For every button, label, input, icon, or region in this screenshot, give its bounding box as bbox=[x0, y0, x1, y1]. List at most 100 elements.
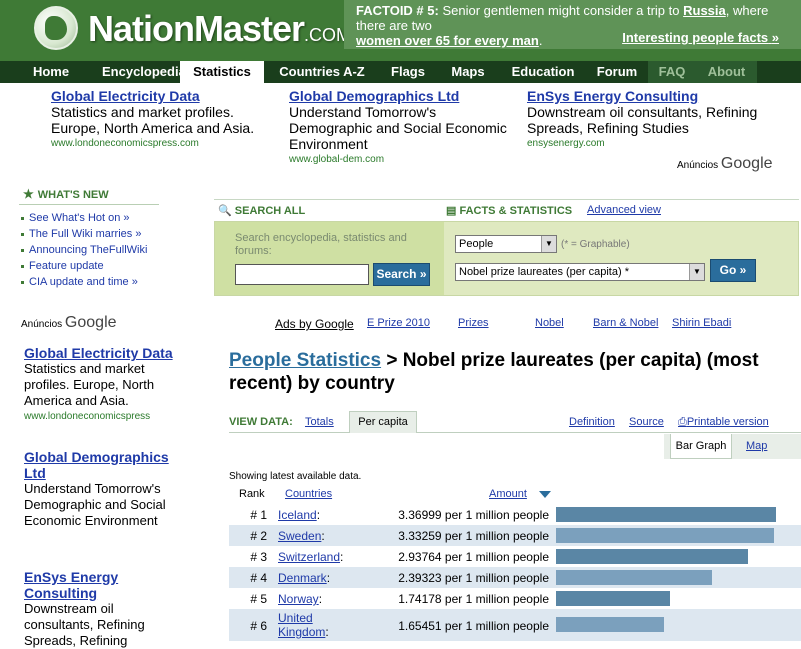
country-link[interactable]: Switzerland bbox=[278, 550, 340, 564]
interesting-facts-link[interactable]: Interesting people facts » bbox=[622, 30, 779, 45]
statistic-select[interactable]: Nobel prize laureates (per capita) * ▼ bbox=[455, 263, 705, 281]
row-amount: 1.74178 per 1 million people bbox=[398, 592, 549, 606]
ad-title[interactable]: EnSys Energy Consulting bbox=[527, 88, 762, 104]
row-bar bbox=[556, 507, 776, 522]
tab-bar-graph[interactable]: Bar Graph bbox=[670, 434, 732, 459]
ad-url[interactable]: ensysenergy.com bbox=[527, 136, 762, 152]
ad-url[interactable]: www.global-dem.com bbox=[289, 152, 519, 168]
row-rank: # 1 bbox=[250, 508, 267, 522]
definition-link[interactable]: Definition bbox=[569, 416, 615, 428]
tab-map[interactable]: Map bbox=[746, 440, 767, 452]
whats-new-link[interactable]: See What's Hot on » bbox=[29, 212, 130, 224]
factoid-end: . bbox=[538, 33, 543, 48]
row-bar bbox=[556, 549, 748, 564]
country-link[interactable]: Denmark bbox=[278, 571, 327, 585]
nav-tab-forum[interactable]: Forum bbox=[586, 61, 648, 83]
ad-body: Statistics and market profiles. Europe, … bbox=[24, 361, 155, 408]
whats-new-item[interactable]: CIA update and time » bbox=[19, 275, 159, 291]
ad-link[interactable]: Shirin Ebadi bbox=[672, 317, 731, 329]
ad-link[interactable]: E Prize 2010 bbox=[367, 317, 430, 329]
row-country: Denmark: bbox=[278, 571, 331, 585]
breadcrumb-link[interactable]: People Statistics bbox=[229, 350, 381, 371]
nav-tab-about[interactable]: About bbox=[696, 61, 757, 83]
ad-body: Understand Tomorrow's Demographic and So… bbox=[289, 104, 507, 152]
col-amount-sort[interactable]: Amount bbox=[489, 488, 527, 500]
nav-tab-faq[interactable]: FAQ bbox=[648, 61, 696, 83]
ad-link[interactable]: Barn & Nobel bbox=[593, 317, 658, 329]
col-countries-sort[interactable]: Countries bbox=[285, 488, 332, 500]
country-link[interactable]: Iceland bbox=[278, 508, 317, 522]
search-prompt: Search encyclopedia, statistics and foru… bbox=[235, 232, 407, 257]
printable-version-link[interactable]: ⎙Printable version bbox=[678, 416, 769, 429]
sort-desc-icon[interactable] bbox=[539, 491, 551, 498]
row-amount: 2.93764 per 1 million people bbox=[398, 550, 549, 564]
row-amount: 3.33259 per 1 million people bbox=[398, 529, 549, 543]
row-rank: # 4 bbox=[250, 571, 267, 585]
nav-tab-flags[interactable]: Flags bbox=[380, 61, 436, 83]
ad-url[interactable]: www.londoneconomicspress bbox=[24, 409, 184, 425]
factoid-country-link[interactable]: Russia bbox=[683, 3, 726, 18]
ad-link[interactable]: Prizes bbox=[458, 317, 489, 329]
search-all-area: Search encyclopedia, statistics and foru… bbox=[215, 222, 444, 295]
ad-title[interactable]: Global Demographics Ltd bbox=[289, 88, 519, 104]
whats-new-link[interactable]: CIA update and time » bbox=[29, 276, 138, 288]
ad-body: Understand Tomorrow's Demographic and So… bbox=[24, 481, 166, 528]
nav-tab-statistics[interactable]: Statistics bbox=[180, 61, 264, 83]
ads-by-google-link[interactable]: Ads by Google bbox=[275, 317, 354, 331]
advanced-view-link[interactable]: Advanced view bbox=[587, 204, 661, 216]
top-ad-3[interactable]: EnSys Energy Consulting Downstream oil c… bbox=[527, 88, 762, 152]
factoid-highlight[interactable]: women over 65 for every man bbox=[356, 33, 539, 48]
side-ad-2[interactable]: Global Demographics Ltd Understand Tomor… bbox=[24, 449, 184, 529]
tab-totals[interactable]: Totals bbox=[305, 416, 334, 428]
factoid-text: Senior gentlemen might consider a trip t… bbox=[442, 3, 680, 18]
ads-by-google-side[interactable]: Anúncios Google bbox=[21, 314, 117, 332]
nav-tab-encyclopedia[interactable]: Encyclopedia bbox=[102, 61, 186, 83]
side-ad-1[interactable]: Global Electricity Data Statistics and m… bbox=[24, 345, 184, 425]
search-button[interactable]: Search » bbox=[373, 263, 430, 286]
top-ad-1[interactable]: Global Electricity Data Statistics and m… bbox=[51, 88, 276, 152]
go-button[interactable]: Go » bbox=[710, 259, 756, 282]
country-link[interactable]: United Kingdom bbox=[278, 611, 325, 639]
ad-title[interactable]: EnSys Energy Consulting bbox=[24, 569, 184, 601]
nav-tab-education[interactable]: Education bbox=[500, 61, 586, 83]
whats-new-link[interactable]: Feature update bbox=[29, 260, 104, 272]
source-link[interactable]: Source bbox=[629, 416, 664, 428]
chevron-right-icon: » bbox=[771, 30, 779, 45]
whats-new-item[interactable]: Announcing TheFullWiki bbox=[19, 243, 159, 259]
ad-body: Statistics and market profiles. Europe, … bbox=[51, 104, 255, 136]
logo-text: NationMaster.COM bbox=[88, 8, 352, 49]
whats-new-link[interactable]: The Full Wiki marries » bbox=[29, 228, 141, 240]
side-ad-3[interactable]: EnSys Energy Consulting Downstream oil c… bbox=[24, 569, 184, 649]
printer-icon: ⎙ bbox=[678, 416, 687, 428]
graph-tabs: Bar Graph Map bbox=[229, 434, 801, 459]
country-link[interactable]: Norway bbox=[278, 592, 319, 606]
search-panel: Search encyclopedia, statistics and foru… bbox=[214, 221, 799, 296]
row-rank: # 5 bbox=[250, 592, 267, 606]
globe-icon bbox=[34, 6, 78, 50]
search-input[interactable] bbox=[235, 264, 369, 285]
top-ad-2[interactable]: Global Demographics Ltd Understand Tomor… bbox=[289, 88, 519, 168]
ad-title[interactable]: Global Electricity Data bbox=[51, 88, 276, 104]
whats-new-item[interactable]: Feature update bbox=[19, 259, 159, 275]
row-bar bbox=[556, 591, 670, 606]
category-select[interactable]: People ▼ bbox=[455, 235, 557, 253]
row-bar bbox=[556, 617, 664, 632]
ad-url[interactable]: www.londoneconomicspress.com bbox=[51, 136, 276, 152]
whats-new-link[interactable]: Announcing TheFullWiki bbox=[29, 244, 147, 256]
table-row: # 5 Norway: 1.74178 per 1 million people bbox=[229, 588, 801, 609]
tab-per-capita[interactable]: Per capita bbox=[349, 411, 417, 433]
ad-title[interactable]: Global Electricity Data bbox=[24, 345, 184, 361]
ad-link[interactable]: Nobel bbox=[535, 317, 564, 329]
table-row: # 2 Sweden: 3.33259 per 1 million people bbox=[229, 525, 801, 546]
country-link[interactable]: Sweden bbox=[278, 529, 321, 543]
ads-by-google[interactable]: Anúncios Google bbox=[677, 155, 773, 173]
nav-tab-countries-a-z[interactable]: Countries A-Z bbox=[264, 61, 380, 83]
nav-tab-home[interactable]: Home bbox=[0, 61, 102, 83]
nav-tab-maps[interactable]: Maps bbox=[436, 61, 500, 83]
row-rank: # 2 bbox=[250, 529, 267, 543]
ad-title[interactable]: Global Demographics Ltd bbox=[24, 449, 184, 481]
site-logo[interactable]: NationMaster.COM bbox=[34, 6, 351, 54]
whats-new-item[interactable]: The Full Wiki marries » bbox=[19, 227, 159, 243]
row-amount: 2.39323 per 1 million people bbox=[398, 571, 549, 585]
whats-new-item[interactable]: See What's Hot on » bbox=[19, 211, 159, 227]
